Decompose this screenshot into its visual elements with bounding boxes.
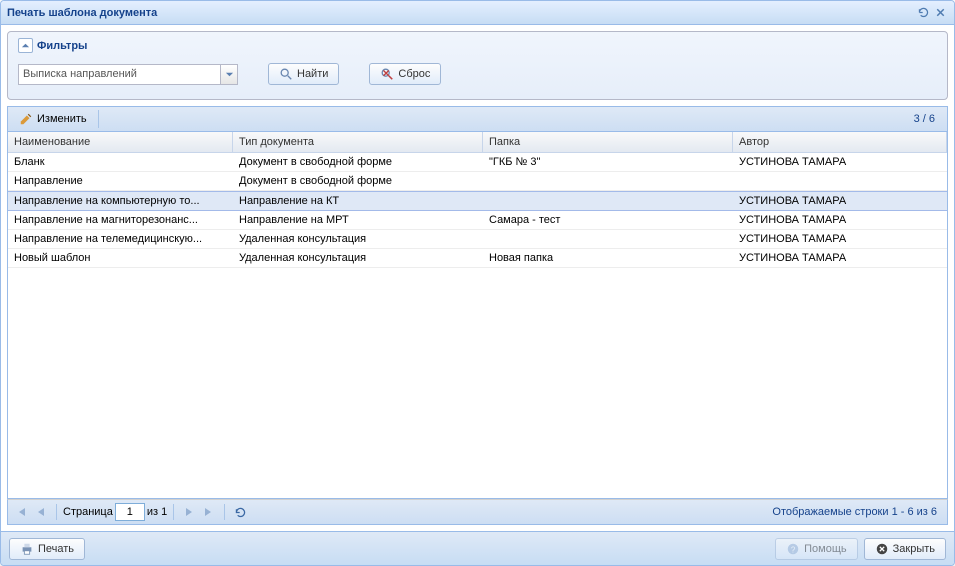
filters-fieldset: Фильтры Найти Сброс <box>7 31 948 100</box>
edit-button[interactable]: Изменить <box>12 109 94 129</box>
cancel-icon <box>875 542 889 556</box>
table-row[interactable]: БланкДокумент в свободной форме"ГКБ № 3"… <box>8 153 947 172</box>
filter-combo-input[interactable] <box>18 64 238 85</box>
cell-folder: "ГКБ № 3" <box>483 153 733 171</box>
close-icon[interactable] <box>933 5 948 20</box>
grid-toolbar: Изменить 3 / 6 <box>7 106 948 132</box>
table-row[interactable]: Направление на телемедицинскую...Удаленн… <box>8 230 947 249</box>
pencil-icon <box>19 112 33 126</box>
collapse-up-icon[interactable] <box>18 38 33 53</box>
grid-body: БланкДокумент в свободной форме"ГКБ № 3"… <box>8 153 947 498</box>
cell-name: Направление на телемедицинскую... <box>8 230 233 248</box>
cell-name: Бланк <box>8 153 233 171</box>
col-author[interactable]: Автор <box>733 132 947 152</box>
cell-author: УСТИНОВА ТАМАРА <box>733 230 947 248</box>
page-of: из 1 <box>147 506 167 518</box>
search-icon <box>279 67 293 81</box>
print-button[interactable]: Печать <box>9 538 85 560</box>
cell-type: Документ в свободной форме <box>233 172 483 190</box>
refresh-icon[interactable] <box>916 5 931 20</box>
cell-author: УСТИНОВА ТАМАРА <box>733 211 947 229</box>
cell-folder <box>483 230 733 248</box>
table-row[interactable]: Направление на компьютерную то...Направл… <box>8 191 947 211</box>
cell-folder <box>483 192 733 210</box>
table-row[interactable]: Направление на магниторезонанс...Направл… <box>8 211 947 230</box>
cell-author: УСТИНОВА ТАМАРА <box>733 249 947 267</box>
cell-author: УСТИНОВА ТАМАРА <box>733 192 947 210</box>
paging-info: Отображаемые строки 1 - 6 из 6 <box>772 506 943 518</box>
cell-type: Удаленная консультация <box>233 230 483 248</box>
find-button[interactable]: Найти <box>268 63 339 85</box>
close-button[interactable]: Закрыть <box>864 538 946 560</box>
table-row[interactable]: НаправлениеДокумент в свободной форме <box>8 172 947 191</box>
svg-text:?: ? <box>791 545 796 554</box>
cell-type: Направление на КТ <box>233 192 483 210</box>
cell-type: Документ в свободной форме <box>233 153 483 171</box>
cell-author: УСТИНОВА ТАМАРА <box>733 153 947 171</box>
grid-header: Наименование Тип документа Папка Автор <box>8 132 947 153</box>
page-label: Страница <box>63 506 113 518</box>
filters-legend: Фильтры <box>37 40 87 52</box>
footer: Печать ? Помощь Закрыть <box>1 531 954 565</box>
chevron-down-icon[interactable] <box>220 65 237 84</box>
first-page-icon[interactable] <box>12 503 30 521</box>
cell-name: Новый шаблон <box>8 249 233 267</box>
reset-button[interactable]: Сброс <box>369 63 441 85</box>
page-input[interactable] <box>115 503 145 521</box>
col-type[interactable]: Тип документа <box>233 132 483 152</box>
grid: Наименование Тип документа Папка Автор Б… <box>7 132 948 499</box>
cell-name: Направление на магниторезонанс... <box>8 211 233 229</box>
cell-type: Направление на МРТ <box>233 211 483 229</box>
cell-folder: Новая папка <box>483 249 733 267</box>
help-button: ? Помощь <box>775 538 858 560</box>
cell-name: Направление на компьютерную то... <box>8 192 233 210</box>
col-name[interactable]: Наименование <box>8 132 233 152</box>
next-page-icon[interactable] <box>180 503 198 521</box>
reset-icon <box>380 67 394 81</box>
cell-author <box>733 172 947 190</box>
paging-toolbar: Страница из 1 Отображаемые строки 1 - 6 … <box>7 499 948 525</box>
printer-icon <box>20 542 34 556</box>
cell-folder <box>483 172 733 190</box>
window: Печать шаблона документа Фильтры <box>0 0 955 566</box>
refresh-page-icon[interactable] <box>231 503 249 521</box>
window-title: Печать шаблона документа <box>7 7 914 19</box>
filter-combo[interactable] <box>18 64 238 85</box>
row-count: 3 / 6 <box>914 113 943 125</box>
prev-page-icon[interactable] <box>32 503 50 521</box>
cell-name: Направление <box>8 172 233 190</box>
col-folder[interactable]: Папка <box>483 132 733 152</box>
help-icon: ? <box>786 542 800 556</box>
last-page-icon[interactable] <box>200 503 218 521</box>
table-row[interactable]: Новый шаблонУдаленная консультацияНовая … <box>8 249 947 268</box>
titlebar: Печать шаблона документа <box>1 1 954 25</box>
cell-folder: Самара - тест <box>483 211 733 229</box>
cell-type: Удаленная консультация <box>233 249 483 267</box>
